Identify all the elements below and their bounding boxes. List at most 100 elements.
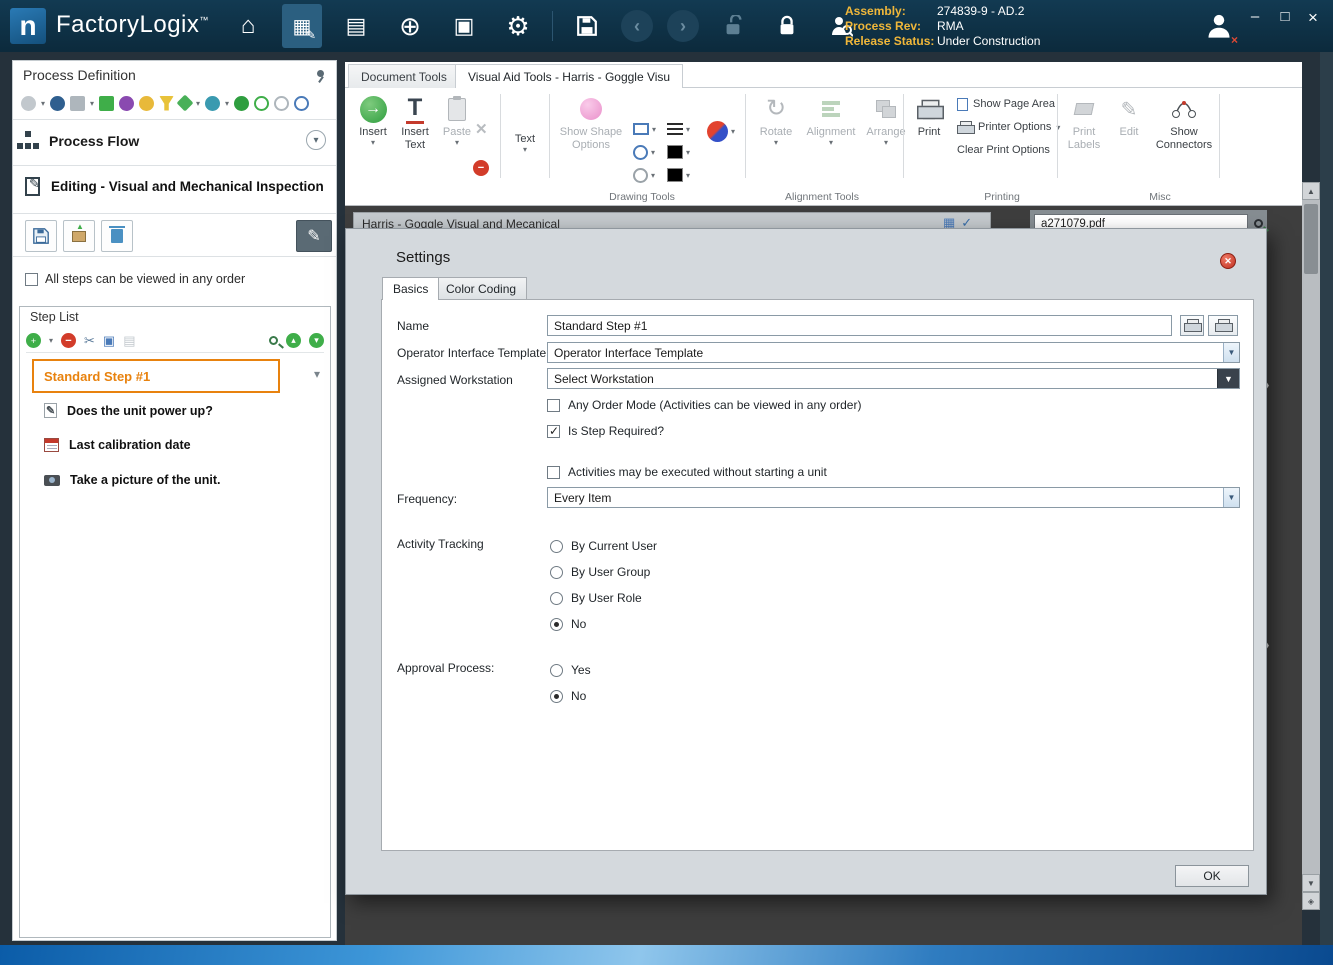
process-editor-icon[interactable]: ▦ ✎ <box>282 4 322 48</box>
paste-icon[interactable]: ▤ <box>123 334 135 347</box>
process-flow-row[interactable]: Process Flow ▾ <box>13 125 336 159</box>
chevron-down-icon[interactable]: ▾ <box>314 367 320 381</box>
any-order-checkbox-row[interactable]: Any Order Mode (Activities can be viewed… <box>547 398 861 412</box>
lock-icon[interactable] <box>767 4 807 48</box>
operator-interface-combobox[interactable]: Operator Interface Template ▼ <box>547 342 1240 363</box>
collapse-all-icon[interactable]: ▾ <box>309 333 324 348</box>
radio-by-user-group[interactable]: By User Group <box>550 565 650 579</box>
show-shape-options-button[interactable]: Show Shape Options <box>553 92 629 160</box>
line-style-tool[interactable]: ▾ <box>667 120 690 138</box>
step-required-checkbox[interactable] <box>547 424 560 438</box>
insert-text-button[interactable]: T Insert Text <box>395 92 435 160</box>
view-order-checkbox[interactable] <box>25 272 38 286</box>
sphere-tool[interactable]: ▾ <box>707 120 735 142</box>
print-labels-button[interactable]: Print Labels <box>1061 92 1107 160</box>
dropdown-caret[interactable]: ▾ <box>90 99 94 108</box>
pdf-search-icon[interactable] <box>1254 219 1263 228</box>
filter-icon[interactable] <box>159 95 175 111</box>
settings-gear-icon[interactable]: ⚙ <box>498 4 538 48</box>
add-process-icon[interactable] <box>21 95 36 111</box>
radio-activity-no[interactable]: No <box>550 617 586 631</box>
navigate-icon[interactable]: ⊕ <box>390 4 430 48</box>
ellipse-tool[interactable]: ▾ <box>633 143 655 161</box>
info-icon[interactable] <box>294 95 310 111</box>
insert-button[interactable]: → Insert ▾ <box>353 92 393 160</box>
show-connectors-button[interactable]: Show Connectors <box>1151 92 1217 160</box>
combo-arrow-icon[interactable]: ▼ <box>1223 488 1239 507</box>
frequency-combobox[interactable]: Every Item ▼ <box>547 487 1240 508</box>
transfer-icon[interactable] <box>176 94 194 112</box>
scroll-up-icon[interactable]: ▲ <box>1302 182 1320 200</box>
dropdown-caret[interactable]: ▾ <box>196 99 200 108</box>
reports-icon[interactable]: ▣ <box>444 4 484 48</box>
delete-shape-icon[interactable]: ✕ <box>475 120 488 139</box>
link-icon[interactable] <box>50 95 66 111</box>
edit-button[interactable]: ✎ Edit <box>1109 92 1149 160</box>
text-dropdown-button[interactable]: Text ▾ <box>505 92 545 160</box>
radio-by-user-role[interactable]: By User Role <box>550 591 642 605</box>
name-lookup-button[interactable] <box>1180 315 1204 336</box>
paste-button[interactable]: Paste ▾ <box>437 92 477 160</box>
sync-icon[interactable] <box>205 95 221 111</box>
combo-arrow-icon[interactable]: ▼ <box>1217 369 1239 388</box>
any-order-checkbox[interactable] <box>547 398 560 412</box>
user-session-icon[interactable]: × <box>1205 12 1238 47</box>
scrollbar-thumb[interactable] <box>1304 204 1318 274</box>
edit-mode-button[interactable]: ✎ <box>296 220 332 252</box>
pin-icon[interactable] <box>316 70 326 80</box>
combo-arrow-icon[interactable]: ▼ <box>1223 343 1239 362</box>
step-required-checkbox-row[interactable]: Is Step Required? <box>547 424 664 438</box>
expand-all-icon[interactable]: ▴ <box>286 333 301 348</box>
rotate-button[interactable]: ↻ Rotate ▾ <box>753 92 799 160</box>
tab-color-coding[interactable]: Color Coding <box>435 277 528 299</box>
fill-color-tool[interactable]: ▾ <box>667 166 690 184</box>
process-flow-icon[interactable] <box>99 95 115 111</box>
printer-options-button[interactable]: Printer Options ▾ <box>957 119 1060 135</box>
close-button[interactable]: × <box>1300 8 1326 28</box>
user-icon[interactable] <box>139 95 155 111</box>
delete-button[interactable] <box>101 220 133 252</box>
add-step-icon[interactable]: + <box>26 333 41 348</box>
dialog-close-icon[interactable]: ✕ <box>1220 253 1236 269</box>
remove-icon[interactable]: − <box>473 160 489 176</box>
show-page-area-button[interactable]: Show Page Area <box>957 96 1055 112</box>
ok-button[interactable]: OK <box>1175 865 1249 887</box>
pan-handle-icon[interactable]: ◈ <box>1302 892 1320 910</box>
radio-approval-no[interactable]: No <box>550 689 586 703</box>
dropdown-caret[interactable]: ▾ <box>41 99 45 108</box>
view-order-checkbox-row[interactable]: All steps can be viewed in any order <box>25 272 245 286</box>
compare-users-icon[interactable] <box>119 95 135 111</box>
cut-icon[interactable]: ✂ <box>84 334 95 347</box>
validate-icon[interactable] <box>254 95 270 111</box>
unlock-icon[interactable] <box>713 4 753 48</box>
copy-icon[interactable]: ▣ <box>103 334 115 347</box>
expand-circle-icon[interactable]: ▾ <box>306 130 326 150</box>
radio-icon[interactable] <box>550 591 563 605</box>
publish-icon[interactable] <box>234 95 250 111</box>
activities-checkbox[interactable] <box>547 465 560 479</box>
forward-icon[interactable]: › <box>667 10 699 42</box>
step-item[interactable]: Take a picture of the unit. <box>44 473 220 487</box>
activities-checkbox-row[interactable]: Activities may be executed without start… <box>547 465 827 479</box>
tab-basics[interactable]: Basics <box>382 277 440 300</box>
home-icon[interactable]: ⌂ <box>228 4 268 48</box>
radio-approval-yes[interactable]: Yes <box>550 663 591 677</box>
dropdown-caret[interactable]: ▾ <box>49 336 53 345</box>
name-input[interactable] <box>547 315 1172 336</box>
save-step-button[interactable] <box>25 220 57 252</box>
remove-step-icon[interactable]: − <box>61 333 77 348</box>
import-button[interactable] <box>63 220 95 252</box>
find-step-icon[interactable] <box>269 336 278 345</box>
save-icon[interactable] <box>567 4 607 48</box>
print-icon[interactable] <box>70 95 86 111</box>
dropdown-caret[interactable]: ▾ <box>225 99 229 108</box>
radio-icon[interactable] <box>550 617 563 631</box>
print-button[interactable]: Print <box>907 92 951 160</box>
stroke-color-tool[interactable]: ▾ <box>667 143 690 161</box>
tab-document-tools[interactable]: Document Tools <box>348 64 460 88</box>
vertical-scrollbar[interactable]: ▲ ▼ ◈ <box>1302 182 1320 910</box>
radio-icon[interactable] <box>550 663 563 677</box>
radio-by-current-user[interactable]: By Current User <box>550 539 657 553</box>
step-item[interactable]: Last calibration date <box>44 438 191 452</box>
stop-icon[interactable] <box>274 95 290 111</box>
